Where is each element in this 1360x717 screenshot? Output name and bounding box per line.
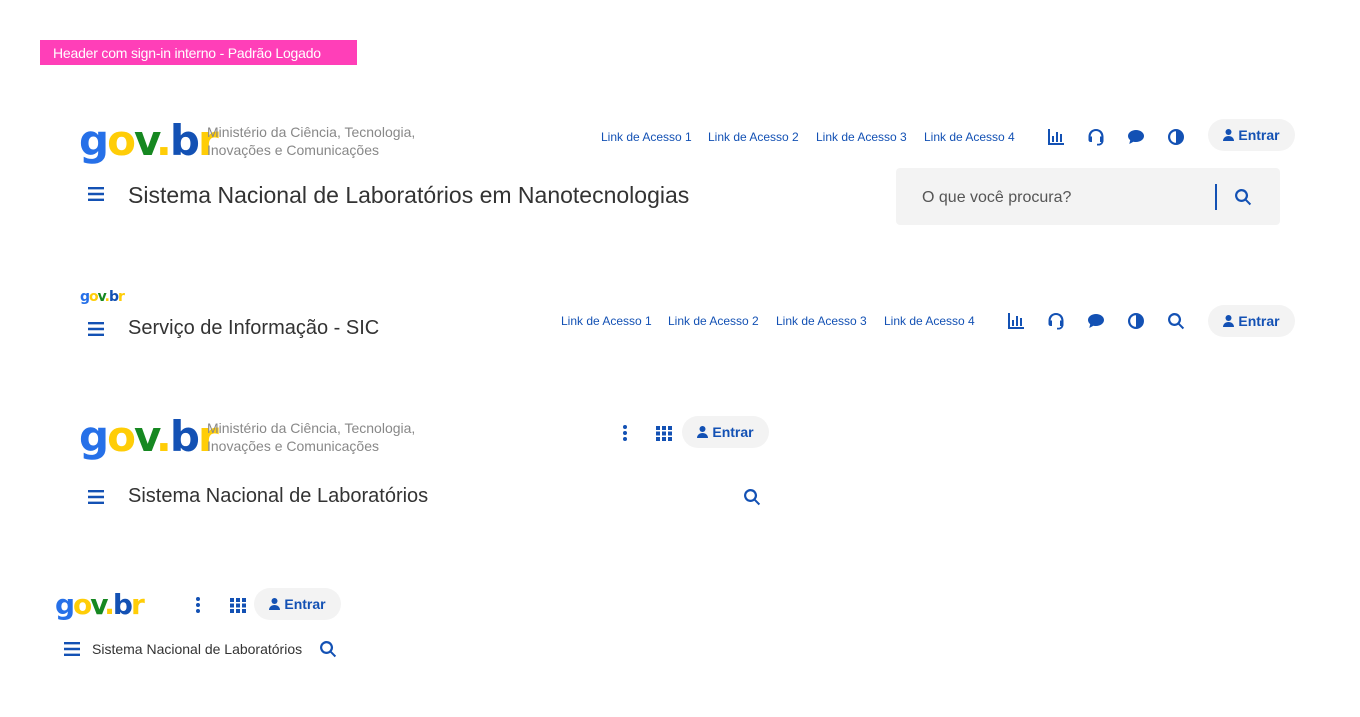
- grid-icon[interactable]: [228, 595, 248, 615]
- system-title: Sistema Nacional de Laboratórios: [128, 485, 429, 507]
- logo-letter-o: o: [73, 588, 92, 621]
- ministry-name: Ministério da Ciência, Tecnologia, Inova…: [207, 123, 447, 159]
- search-field[interactable]: [896, 168, 1280, 227]
- ministry-line-2: Inovações e Comunicações: [207, 142, 379, 158]
- menu-bars-icon[interactable]: [86, 487, 106, 507]
- login-label: Entrar: [1238, 313, 1280, 329]
- logo-letter-v: v: [133, 412, 158, 461]
- login-button[interactable]: Entrar: [254, 588, 341, 620]
- search-icon[interactable]: [742, 487, 762, 507]
- user-icon: [697, 426, 708, 438]
- search-icon[interactable]: [1233, 187, 1253, 207]
- login-label: Entrar: [1238, 127, 1280, 143]
- logo-letter-b: b: [112, 588, 133, 621]
- system-title: Serviço de Informação - SIC: [128, 317, 380, 339]
- section-banner: Header com sign-in interno - Padrão Loga…: [40, 40, 357, 65]
- logo-letter-g: g: [79, 116, 109, 165]
- quick-link-1[interactable]: Link de Acesso 1: [601, 130, 692, 144]
- logo-letter-o: o: [107, 412, 136, 461]
- logo-dot: .: [155, 116, 172, 165]
- chart-bar-icon[interactable]: [1046, 127, 1066, 147]
- quick-link-3[interactable]: Link de Acesso 3: [816, 130, 907, 144]
- search-icon[interactable]: [318, 639, 338, 659]
- logo-letter-b: b: [108, 289, 119, 305]
- ellipsis-vertical-icon[interactable]: [188, 595, 208, 615]
- logo-letter-r: r: [130, 588, 145, 621]
- logo-letter-g: g: [80, 289, 90, 305]
- govbr-logo[interactable]: gov.br: [55, 588, 145, 621]
- menu-bars-icon[interactable]: [86, 319, 106, 339]
- login-button[interactable]: Entrar: [1208, 119, 1295, 151]
- logo-letter-o: o: [89, 289, 99, 305]
- login-button[interactable]: Entrar: [682, 416, 769, 448]
- menu-bars-icon[interactable]: [62, 639, 82, 659]
- login-label: Entrar: [712, 424, 754, 440]
- comment-icon[interactable]: [1126, 127, 1146, 147]
- ministry-line-1: Ministério da Ciência, Tecnologia,: [207, 420, 416, 436]
- ministry-line-2: Inovações e Comunicações: [207, 438, 379, 454]
- govbr-logo-small[interactable]: gov.br: [80, 289, 125, 305]
- login-label: Entrar: [284, 596, 326, 612]
- user-icon: [1223, 129, 1234, 141]
- logo-letter-v: v: [133, 116, 158, 165]
- logo-letter-r: r: [118, 289, 125, 305]
- quick-link-2[interactable]: Link de Acesso 2: [668, 314, 759, 328]
- logo-letter-v: v: [97, 289, 106, 305]
- quick-link-2[interactable]: Link de Acesso 2: [708, 130, 799, 144]
- logo-letter-g: g: [79, 412, 109, 461]
- govbr-logo[interactable]: gov.br: [79, 416, 219, 458]
- logo-dot: .: [155, 412, 172, 461]
- logo-letter-b: b: [169, 412, 200, 461]
- user-icon: [1223, 315, 1234, 327]
- user-icon: [269, 598, 280, 610]
- quick-link-4[interactable]: Link de Acesso 4: [884, 314, 975, 328]
- quick-link-3[interactable]: Link de Acesso 3: [776, 314, 867, 328]
- headset-icon[interactable]: [1046, 311, 1066, 331]
- ministry-line-1: Ministério da Ciência, Tecnologia,: [207, 124, 416, 140]
- logo-letter-b: b: [169, 116, 200, 165]
- login-button[interactable]: Entrar: [1208, 305, 1295, 337]
- govbr-logo[interactable]: gov.br: [79, 120, 219, 162]
- contrast-icon[interactable]: [1126, 311, 1146, 331]
- search-divider: [1215, 184, 1217, 210]
- system-title: Sistema Nacional de Laboratórios em Nano…: [128, 182, 690, 208]
- system-title: Sistema Nacional de Laboratórios: [92, 641, 303, 657]
- grid-icon[interactable]: [654, 423, 674, 443]
- chart-bar-icon[interactable]: [1006, 311, 1026, 331]
- headset-icon[interactable]: [1086, 127, 1106, 147]
- ministry-name: Ministério da Ciência, Tecnologia, Inova…: [207, 419, 447, 455]
- search-icon[interactable]: [1166, 311, 1186, 331]
- ellipsis-vertical-icon[interactable]: [615, 423, 635, 443]
- menu-bars-icon[interactable]: [86, 184, 106, 204]
- logo-letter-g: g: [55, 588, 75, 621]
- logo-letter-v: v: [90, 588, 106, 621]
- logo-letter-o: o: [107, 116, 136, 165]
- comment-icon[interactable]: [1086, 311, 1106, 331]
- quick-link-4[interactable]: Link de Acesso 4: [924, 130, 1015, 144]
- contrast-icon[interactable]: [1166, 127, 1186, 147]
- quick-link-1[interactable]: Link de Acesso 1: [561, 314, 652, 328]
- logo-dot: .: [104, 588, 115, 621]
- search-input[interactable]: [920, 168, 1194, 227]
